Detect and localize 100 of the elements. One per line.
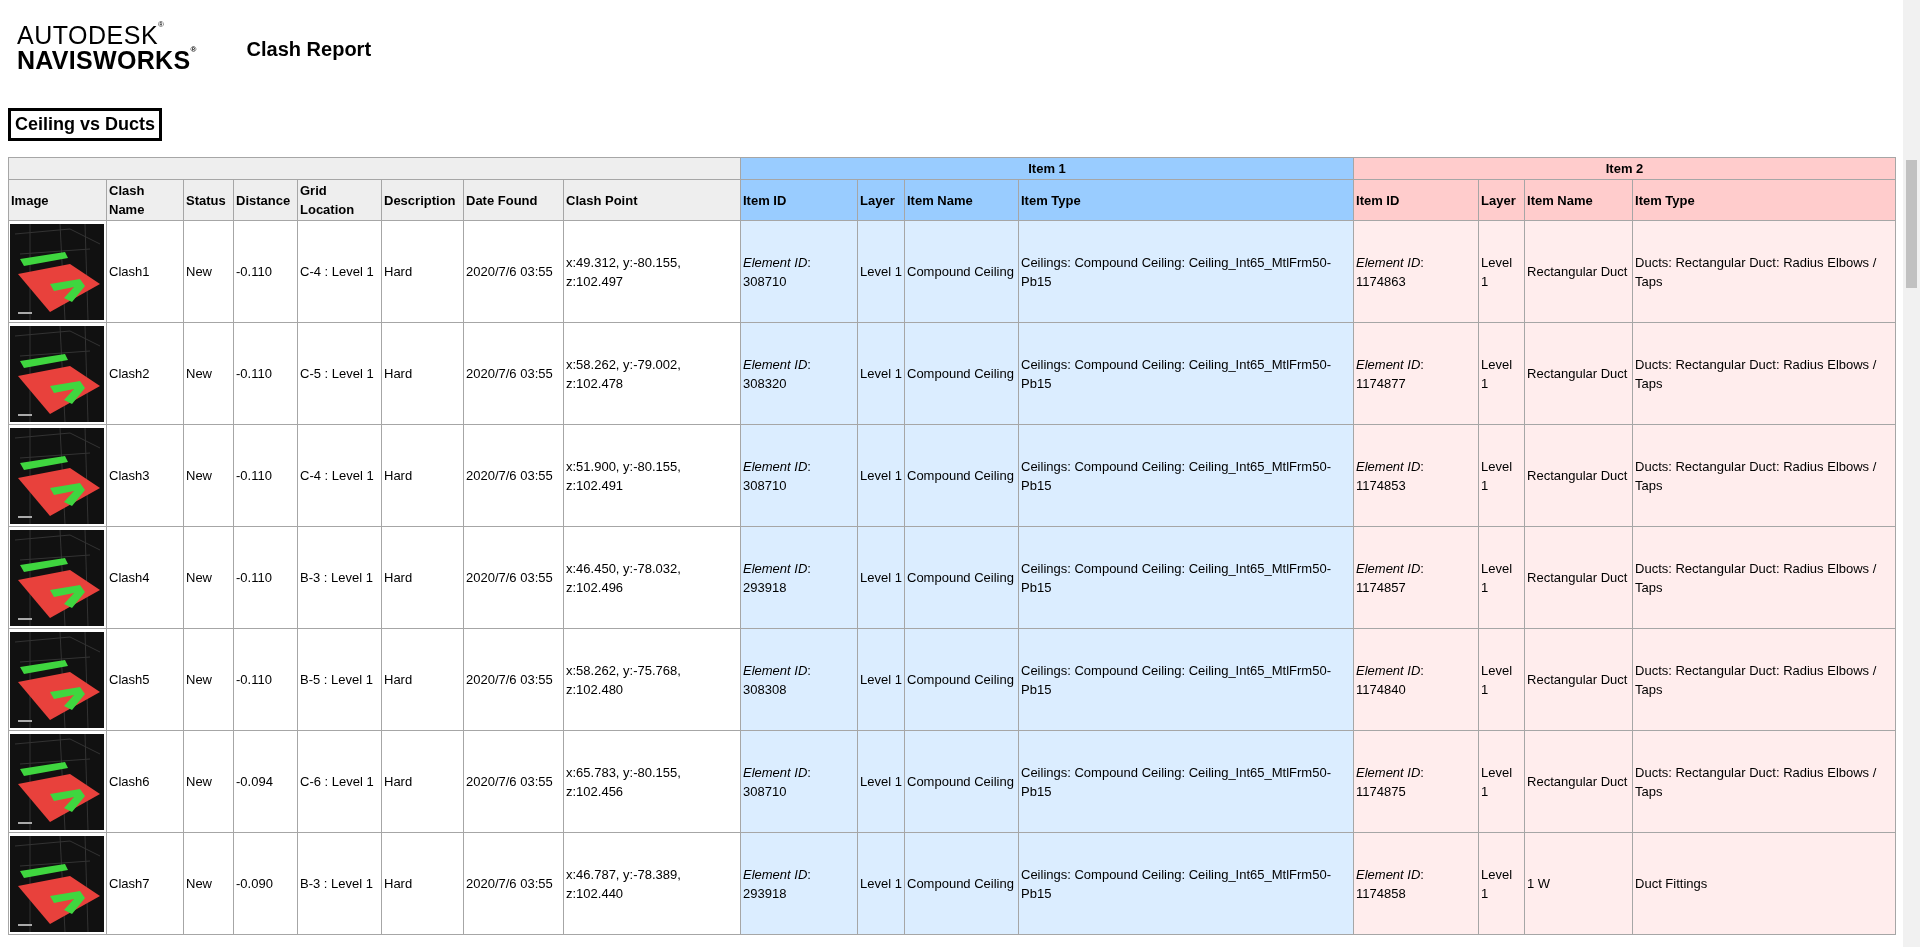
column-header: Description: [381, 179, 464, 221]
column-header: Clash Point: [563, 179, 741, 221]
group-header: Item 1: [740, 157, 1354, 180]
column-header: Layer: [857, 179, 905, 221]
table-cell: Clash7: [106, 832, 184, 935]
table-cell: Ducts: Rectangular Duct: Radius Elbows / Taps: [1632, 220, 1896, 323]
table-cell: Level 1: [857, 526, 905, 629]
table-cell: Element ID: 1174875: [1353, 730, 1479, 833]
table-cell: B-5 : Level 1: [297, 628, 382, 731]
table-cell: Element ID: 1174858: [1353, 832, 1479, 935]
table-cell: Level 1: [1478, 322, 1525, 425]
table-cell: -0.110: [233, 424, 298, 527]
table-cell: -0.090: [233, 832, 298, 935]
report-title: Clash Report: [246, 37, 372, 61]
table-cell: C-4 : Level 1: [297, 424, 382, 527]
table-cell: New: [183, 424, 234, 527]
table-cell: Compound Ceiling: [904, 832, 1019, 935]
table-cell: x:58.262, y:-79.002, z:102.478: [563, 322, 741, 425]
table-cell: 2020/7/6 03:55: [463, 628, 564, 731]
table-cell: x:49.312, y:-80.155, z:102.497: [563, 220, 741, 323]
table-cell: Element ID: 1174840: [1353, 628, 1479, 731]
table-cell: New: [183, 220, 234, 323]
column-header: Status: [183, 179, 234, 221]
table-cell: 2020/7/6 03:55: [463, 322, 564, 425]
table-cell: New: [183, 322, 234, 425]
group-header: Item 2: [1353, 157, 1896, 180]
table-cell: Compound Ceiling: [904, 526, 1019, 629]
column-header: Image: [8, 179, 107, 221]
table-cell: -0.110: [233, 322, 298, 425]
table-cell: Compound Ceiling: [904, 322, 1019, 425]
table-cell: 2020/7/6 03:55: [463, 832, 564, 935]
table-cell: Element ID: 1174853: [1353, 424, 1479, 527]
column-header: Clash Name: [106, 179, 184, 221]
table-cell: x:46.787, y:-78.389, z:102.440: [563, 832, 741, 935]
table-cell: Clash4: [106, 526, 184, 629]
table-cell: x:51.900, y:-80.155, z:102.491: [563, 424, 741, 527]
table-cell: Level 1: [857, 832, 905, 935]
table-cell: New: [183, 832, 234, 935]
table-cell: -0.110: [233, 628, 298, 731]
table-cell: Hard: [381, 730, 464, 833]
table-cell: C-5 : Level 1: [297, 322, 382, 425]
table-cell: Level 1: [1478, 730, 1525, 833]
table-cell: Element ID: 308308: [740, 628, 858, 731]
table-cell: Level 1: [857, 730, 905, 833]
table-cell: Compound Ceiling: [904, 220, 1019, 323]
table-cell: Level 1: [857, 220, 905, 323]
table-cell: Element ID: 293918: [740, 526, 858, 629]
table-cell: Clash3: [106, 424, 184, 527]
table-cell: Hard: [381, 322, 464, 425]
table-cell: Ceilings: Compound Ceiling: Ceiling_Int65_MtlFrm50-Pb15: [1018, 220, 1354, 323]
table-cell: B-3 : Level 1: [297, 526, 382, 629]
table-cell: Hard: [381, 832, 464, 935]
table-cell: Ceilings: Compound Ceiling: Ceiling_Int65_MtlFrm50-Pb15: [1018, 628, 1354, 731]
table-cell: Ducts: Rectangular Duct: Radius Elbows / Taps: [1632, 424, 1896, 527]
column-header: Distance: [233, 179, 298, 221]
table-cell: Ceilings: Compound Ceiling: Ceiling_Int65_MtlFrm50-Pb15: [1018, 322, 1354, 425]
table-cell: x:46.450, y:-78.032, z:102.496: [563, 526, 741, 629]
column-header: Grid Location: [297, 179, 382, 221]
table-cell: Duct Fittings: [1632, 832, 1896, 935]
table-cell: Hard: [381, 628, 464, 731]
table-cell: 2020/7/6 03:55: [463, 730, 564, 833]
table-cell: -0.110: [233, 526, 298, 629]
table-cell: Clash2: [106, 322, 184, 425]
table-cell: Element ID: 308320: [740, 322, 858, 425]
column-header: Item Name: [1524, 179, 1633, 221]
table-cell: -0.110: [233, 220, 298, 323]
table-cell: Level 1: [1478, 628, 1525, 731]
column-header: Item Name: [904, 179, 1019, 221]
table-cell: Ceilings: Compound Ceiling: Ceiling_Int65_MtlFrm50-Pb15: [1018, 730, 1354, 833]
table-cell: Level 1: [1478, 832, 1525, 935]
table-cell: Element ID: 308710: [740, 730, 858, 833]
test-name: Ceiling vs Ducts: [8, 108, 163, 141]
table-cell: Element ID: 1174877: [1353, 322, 1479, 425]
table-cell: Compound Ceiling: [904, 424, 1019, 527]
table-cell: Ducts: Rectangular Duct: Radius Elbows / Taps: [1632, 730, 1896, 833]
table-cell: Ceilings: Compound Ceiling: Ceiling_Int65_MtlFrm50-Pb15: [1018, 526, 1354, 629]
table-cell: New: [183, 628, 234, 731]
table-cell: Level 1: [857, 424, 905, 527]
logo: AUTODESK$^{®}$ NAVISWORKS$^{®}$: [17, 23, 197, 73]
table-cell: 2020/7/6 03:55: [463, 220, 564, 323]
table-cell: Level 1: [857, 322, 905, 425]
table-cell: Rectangular Duct: [1524, 730, 1633, 833]
table-cell: Level 1: [1478, 220, 1525, 323]
table-cell: -0.094: [233, 730, 298, 833]
column-header: Item ID: [1353, 179, 1479, 221]
table-cell: Hard: [381, 424, 464, 527]
table-cell: New: [183, 730, 234, 833]
table-cell: Rectangular Duct: [1524, 322, 1633, 425]
table-cell: Clash5: [106, 628, 184, 731]
table-cell: Ceilings: Compound Ceiling: Ceiling_Int65_MtlFrm50-Pb15: [1018, 832, 1354, 935]
table-cell: Element ID: 308710: [740, 220, 858, 323]
table-cell: 1 W: [1524, 832, 1633, 935]
scrollbar-thumb[interactable]: [1906, 160, 1917, 288]
column-header: Item Type: [1632, 179, 1896, 221]
column-header: Item ID: [740, 179, 858, 221]
table-cell: Element ID: 1174863: [1353, 220, 1479, 323]
column-header: Date Found: [463, 179, 564, 221]
table-cell: Element ID: 293918: [740, 832, 858, 935]
column-header: Layer: [1478, 179, 1525, 221]
table-cell: B-3 : Level 1: [297, 832, 382, 935]
